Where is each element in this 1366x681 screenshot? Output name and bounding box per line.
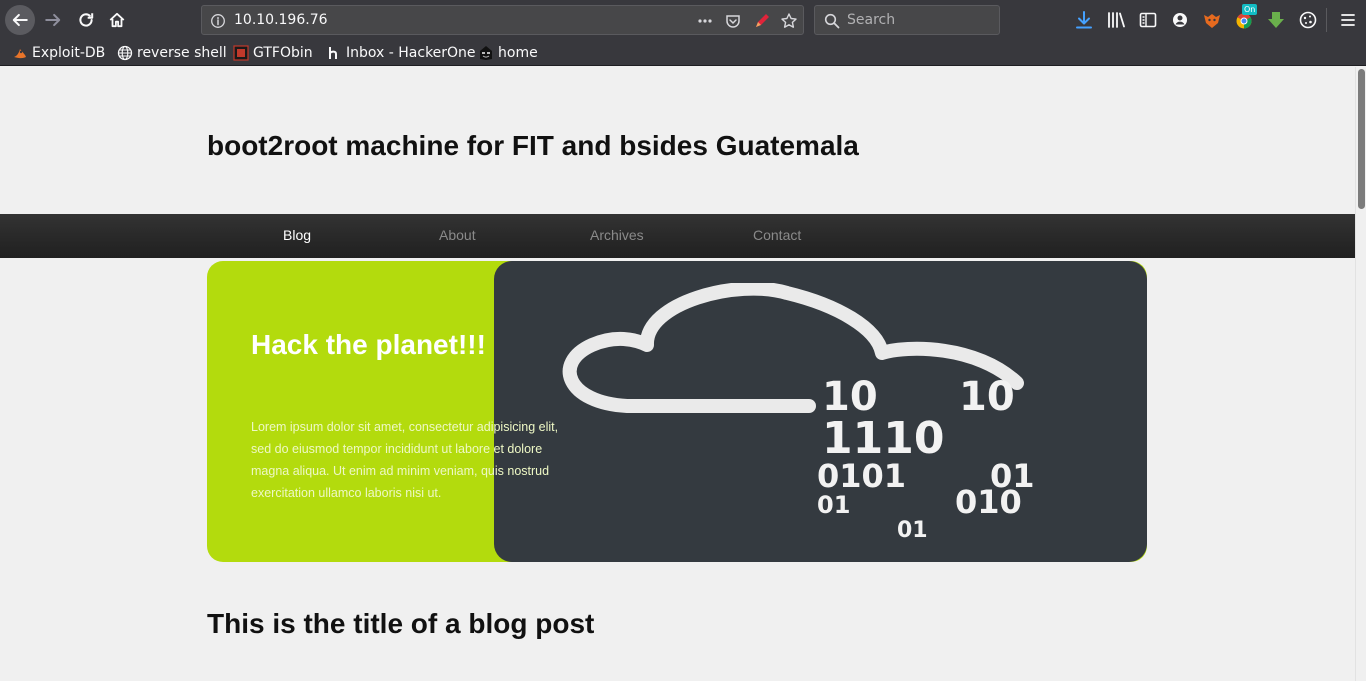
bookmark-star-icon[interactable]: [780, 12, 798, 30]
home-button[interactable]: [102, 5, 132, 35]
pen-extension-icon[interactable]: [753, 12, 771, 30]
cloud-binary-icon: 10 10 1110 0101 01 01 010 01: [562, 283, 1035, 543]
search-placeholder: Search: [847, 12, 896, 28]
sidebar-icon[interactable]: [1138, 10, 1158, 30]
forward-button[interactable]: [38, 5, 68, 35]
post-title[interactable]: This is the title of a blog post: [207, 608, 594, 640]
info-icon[interactable]: [210, 13, 226, 29]
arrow-right-icon: [45, 13, 61, 27]
home-icon: [109, 12, 125, 28]
bookmark-label: reverse shell: [137, 45, 227, 61]
url-bar[interactable]: 10.10.196.76: [201, 5, 804, 35]
page-scrollbar[interactable]: [1355, 67, 1366, 681]
cloud-icon: [562, 283, 1024, 413]
hero-banner: Hack the planet!!! Lorem ipsum dolor sit…: [207, 261, 1147, 562]
bookmark-home[interactable]: home: [478, 43, 538, 63]
globe-icon: [117, 45, 133, 61]
back-button[interactable]: [5, 5, 35, 35]
nav-about[interactable]: About: [439, 227, 476, 243]
binary-line: 01: [897, 518, 928, 543]
bookmark-label: home: [498, 45, 538, 61]
on-badge: On: [1242, 4, 1258, 15]
nav-contact[interactable]: Contact: [753, 227, 801, 243]
browser-toolbar: 10.10.196.76 Search On: [0, 0, 1366, 40]
gtfobins-icon: [233, 45, 249, 61]
toolbar-divider: [1326, 8, 1327, 32]
reload-button[interactable]: [71, 5, 101, 35]
bookmark-label: GTFObin: [253, 45, 313, 61]
bookmark-label: Exploit-DB: [32, 45, 106, 61]
page-actions-icon[interactable]: [696, 12, 714, 30]
nav-archives[interactable]: Archives: [590, 227, 644, 243]
bookmark-reverse-shell[interactable]: reverse shell: [117, 43, 227, 63]
binary-line: 010: [955, 483, 1022, 521]
wappalyzer-icon[interactable]: On: [1234, 4, 1258, 30]
page-viewport: boot2root machine for FIT and bsides Gua…: [0, 67, 1355, 681]
binary-line: 01: [817, 491, 850, 519]
bookmark-exploit-db[interactable]: Exploit-DB: [12, 43, 105, 63]
binary-line: 0101: [817, 457, 906, 495]
hero-heading: Hack the planet!!!: [251, 329, 486, 360]
bookmark-gtfobin[interactable]: GTFObin: [233, 43, 313, 63]
account-icon[interactable]: [1170, 10, 1190, 30]
library-icon[interactable]: [1106, 10, 1126, 30]
pocket-icon[interactable]: [724, 12, 742, 30]
arrow-left-icon: [12, 13, 28, 27]
hamburger-menu-icon[interactable]: [1338, 10, 1358, 30]
search-bar[interactable]: Search: [814, 5, 1000, 35]
reload-icon: [79, 13, 94, 27]
hackerone-icon: [329, 47, 337, 59]
download-helper-icon[interactable]: [1266, 10, 1286, 30]
cookie-icon[interactable]: [1298, 10, 1318, 30]
nav-blog[interactable]: Blog: [283, 227, 311, 243]
url-text[interactable]: 10.10.196.76: [234, 12, 328, 28]
exploit-db-icon: [14, 49, 26, 59]
binary-digits: 10 10 1110 0101 01 01 010 01: [817, 374, 1035, 543]
bookmarks-toolbar: Exploit-DB reverse shell GTFObin Inbox -…: [0, 40, 1366, 66]
binary-line: 10: [959, 374, 1015, 420]
search-icon: [824, 13, 840, 29]
foxyproxy-icon[interactable]: [1202, 10, 1222, 30]
scrollbar-thumb[interactable]: [1358, 69, 1365, 209]
download-icon[interactable]: [1074, 10, 1094, 30]
bookmark-label: Inbox - HackerOne: [346, 45, 476, 61]
site-navbar: Blog About Archives Contact: [0, 214, 1355, 258]
hacker-mask-icon: [480, 46, 492, 60]
hero-text: Lorem ipsum dolor sit amet, consectetur …: [251, 420, 559, 500]
site-title: boot2root machine for FIT and bsides Gua…: [207, 130, 859, 161]
bookmark-hackerone[interactable]: Inbox - HackerOne: [326, 43, 476, 63]
